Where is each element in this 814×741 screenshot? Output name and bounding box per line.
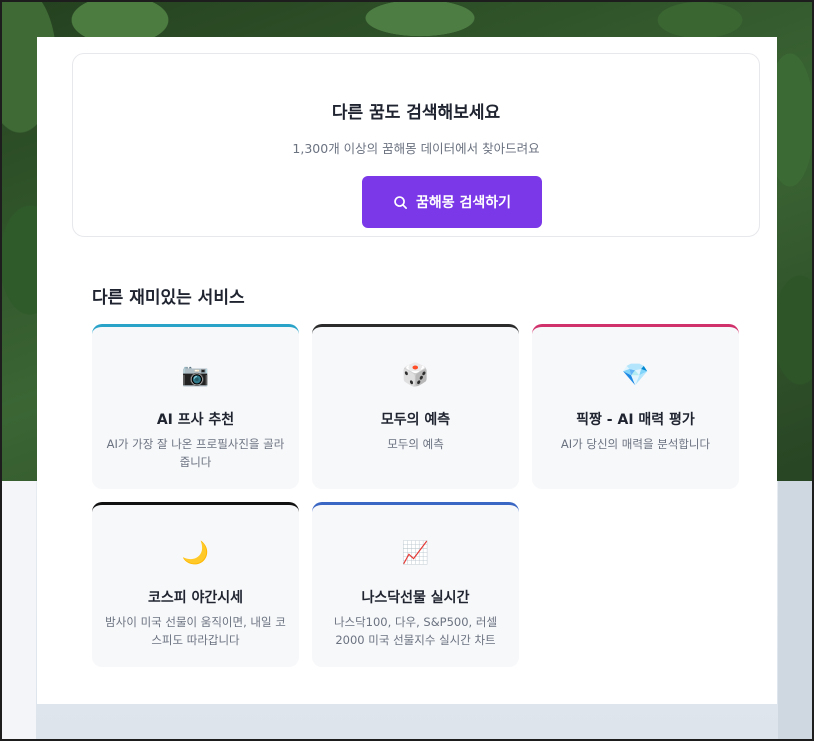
service-card-description: 나스닥100, 다우, S&P500, 러셀 2000 미국 선물지수 실시간 …: [333, 615, 498, 647]
dice-icon: 🎲: [401, 363, 430, 388]
service-card-everyone-prediction[interactable]: 🎲 모두의 예측 모두의 예측: [312, 324, 519, 489]
service-card-title: AI 프사 추천: [156, 412, 235, 428]
content-panel: 다른 꿈도 검색해보세요 1,300개 이상의 꿈해몽 데이터에서 찾아드려요 …: [37, 37, 777, 704]
service-card-kospi-night[interactable]: 🌙 코스피 야간시세 밤사이 미국 선물이 움직이면, 내일 코스피도 따라갑니…: [92, 502, 299, 667]
service-card-description: AI가 가장 잘 나온 프로필사진을 골라줍니다: [106, 437, 285, 469]
service-card-description: 밤사이 미국 선물이 움직이면, 내일 코스피도 따라갑니다: [105, 615, 286, 647]
service-card-description: AI가 당신의 매력을 분석합니다: [560, 437, 711, 451]
service-card-pickjjang[interactable]: 💎 픽짱 - AI 매력 평가 AI가 당신의 매력을 분석합니다: [532, 324, 739, 489]
gem-icon: 💎: [621, 363, 650, 388]
camera-icon: 📷: [181, 363, 210, 388]
moon-icon: 🌙: [181, 541, 210, 566]
service-card-nasdaq-futures[interactable]: 📈 나스닥선물 실시간 나스닥100, 다우, S&P500, 러셀 2000 …: [312, 502, 519, 667]
service-card-title: 코스피 야간시세: [147, 590, 244, 606]
search-icon: [394, 195, 407, 209]
search-promo-card: 다른 꿈도 검색해보세요 1,300개 이상의 꿈해몽 데이터에서 찾아드려요 …: [72, 53, 760, 237]
service-card-title: 픽짱 - AI 매력 평가: [576, 412, 695, 428]
search-promo-title: 다른 꿈도 검색해보세요: [331, 103, 501, 123]
search-promo-subtitle: 1,300개 이상의 꿈해몽 데이터에서 찾아드려요: [292, 141, 540, 156]
services-section-title: 다른 재미있는 서비스: [92, 288, 245, 308]
dream-search-button-label: 꿈해몽 검색하기: [415, 195, 512, 211]
service-card-title: 나스닥선물 실시간: [361, 590, 470, 606]
dream-search-button[interactable]: 꿈해몽 검색하기: [362, 176, 542, 228]
service-card-ai-profile[interactable]: 📷 AI 프사 추천 AI가 가장 잘 나온 프로필사진을 골라줍니다: [92, 324, 299, 489]
service-card-description: 모두의 예측: [387, 437, 444, 451]
service-card-title: 모두의 예측: [380, 412, 451, 428]
chart-up-icon: 📈: [401, 541, 430, 566]
